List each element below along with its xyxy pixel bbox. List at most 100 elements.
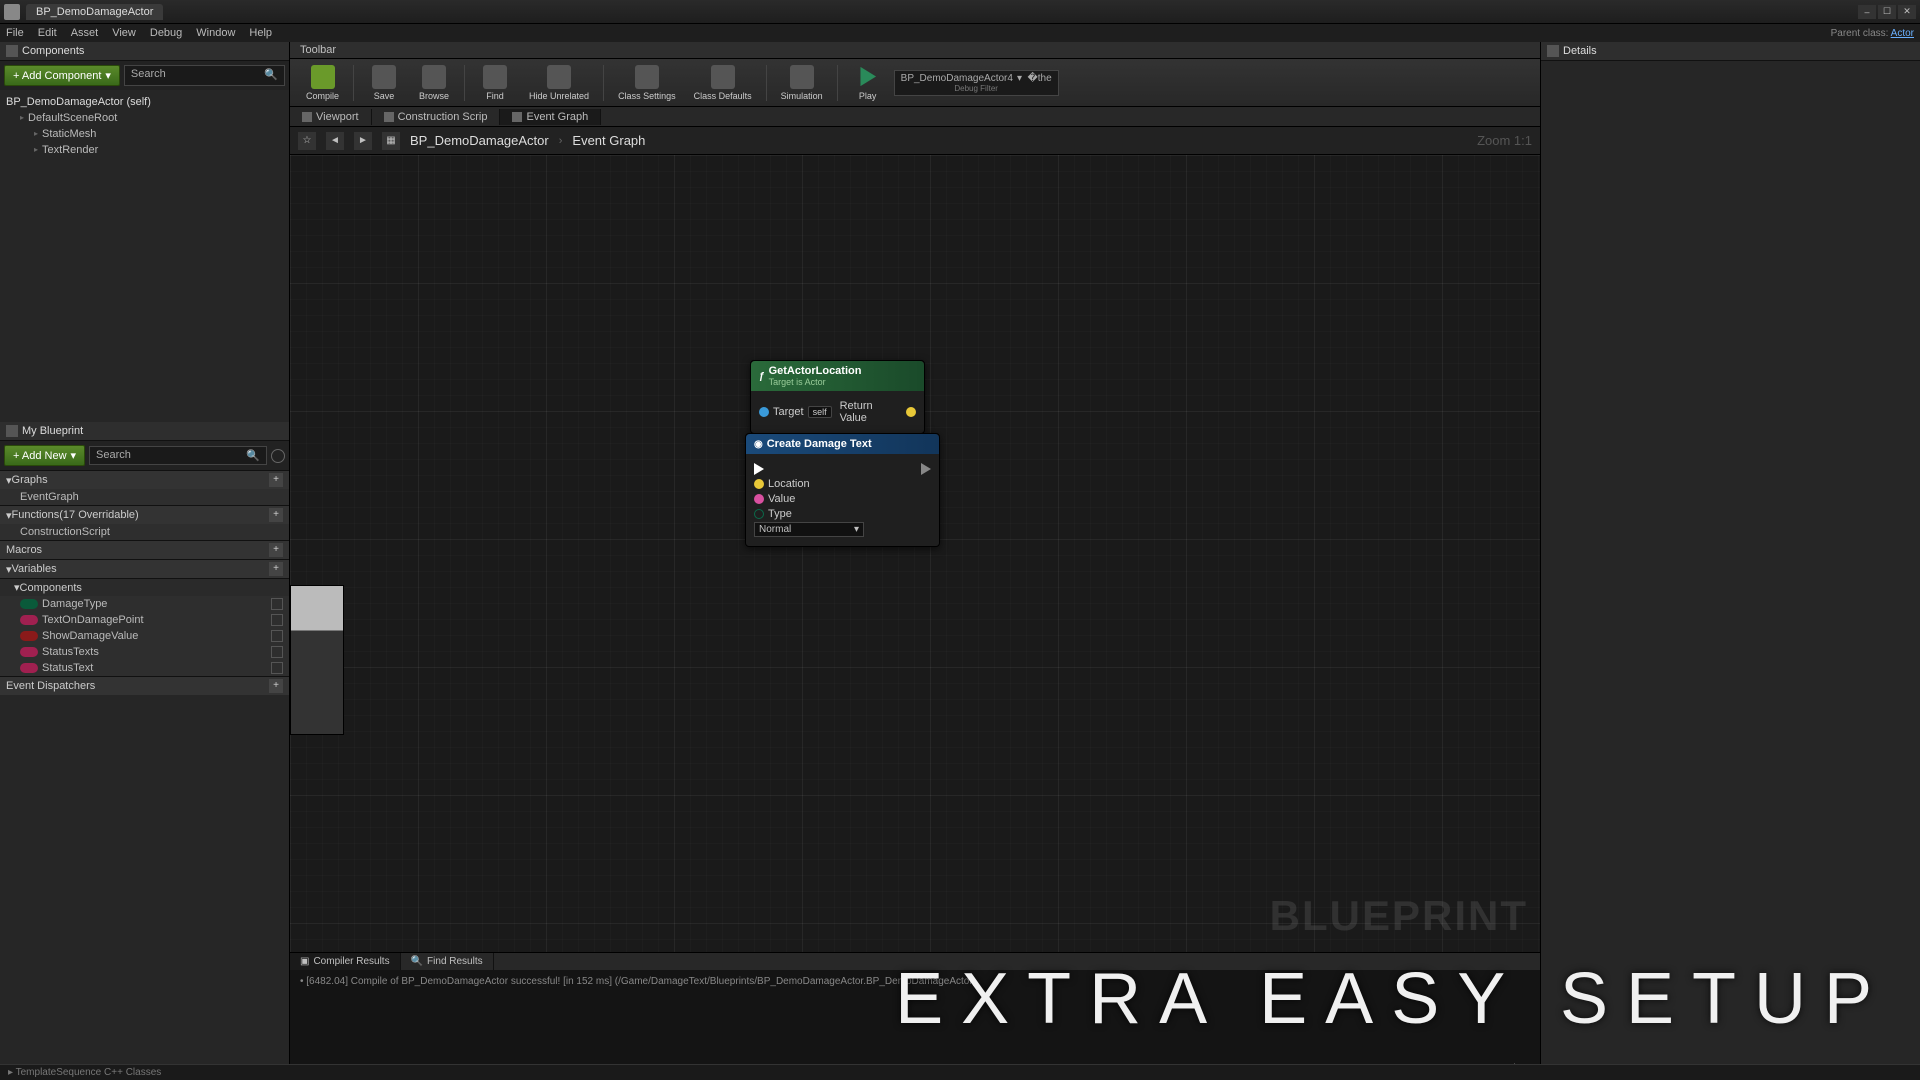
debug-filter-combo[interactable]: BP_DemoDamageActor4 ▾ �the Debug Filter bbox=[894, 70, 1059, 96]
tab-viewport[interactable]: Viewport bbox=[290, 109, 372, 125]
class-defaults-button[interactable]: Class Defaults bbox=[686, 63, 760, 103]
tab-construction-script[interactable]: Construction Scrip bbox=[372, 109, 501, 125]
favorite-button[interactable]: ☆ bbox=[298, 132, 316, 150]
eye-icon[interactable] bbox=[271, 646, 283, 658]
viewport-thumbnail bbox=[290, 585, 344, 735]
ue-logo-icon bbox=[4, 4, 20, 20]
myblueprint-panel-header: My Blueprint bbox=[0, 422, 289, 441]
hide-unrelated-button[interactable]: Hide Unrelated bbox=[521, 63, 597, 103]
add-new-button[interactable]: + Add New▾ bbox=[4, 445, 85, 466]
window-tab[interactable]: BP_DemoDamageActor bbox=[26, 4, 163, 20]
menu-bar: File Edit Asset View Debug Window Help P… bbox=[0, 24, 1920, 42]
function-item[interactable]: ConstructionScript bbox=[0, 524, 289, 540]
browse-button[interactable]: Browse bbox=[410, 63, 458, 103]
pin-exec-out[interactable] bbox=[921, 463, 931, 475]
node-title: GetActorLocation bbox=[769, 365, 862, 377]
breadcrumb-bar: ☆ ◄ ► ▦ BP_DemoDamageActor › Event Graph… bbox=[290, 127, 1540, 155]
type-dropdown[interactable]: Normal▾ bbox=[754, 522, 864, 537]
search-icon: 🔍 bbox=[264, 68, 278, 81]
graph-tabs: Viewport Construction Scrip Event Graph bbox=[290, 107, 1540, 127]
add-dispatcher-button[interactable]: + bbox=[269, 679, 283, 693]
add-function-button[interactable]: + bbox=[269, 508, 283, 522]
category-dispatchers[interactable]: Event Dispatchers+ bbox=[0, 676, 289, 695]
variable-item[interactable]: ShowDamageValue bbox=[0, 628, 289, 644]
graph-wires bbox=[290, 155, 590, 305]
compile-button[interactable]: Compile bbox=[298, 63, 347, 103]
tab-compiler-results[interactable]: ▣Compiler Results bbox=[290, 953, 401, 970]
add-macro-button[interactable]: + bbox=[269, 543, 283, 557]
minimize-button[interactable]: – bbox=[1858, 5, 1876, 19]
eye-icon[interactable] bbox=[271, 630, 283, 642]
play-button[interactable]: Play bbox=[844, 63, 892, 103]
pin-return-value[interactable]: Return Value bbox=[840, 400, 916, 424]
category-graphs[interactable]: ▾ Graphs+ bbox=[0, 470, 289, 489]
menu-view[interactable]: View bbox=[112, 27, 136, 39]
category-variables[interactable]: ▾ Variables+ bbox=[0, 559, 289, 578]
toolbar-panel-header: Toolbar bbox=[290, 42, 1540, 59]
menu-edit[interactable]: Edit bbox=[38, 27, 57, 39]
breadcrumb-graph[interactable]: Event Graph bbox=[572, 133, 645, 148]
node-getactorlocation[interactable]: ƒ GetActorLocation Target is Actor Targe… bbox=[750, 360, 925, 434]
variable-item[interactable]: DamageType bbox=[0, 596, 289, 612]
window-titlebar: BP_DemoDamageActor – ☐ ✕ bbox=[0, 0, 1920, 24]
menu-asset[interactable]: Asset bbox=[71, 27, 99, 39]
menu-window[interactable]: Window bbox=[196, 27, 235, 39]
close-button[interactable]: ✕ bbox=[1898, 5, 1916, 19]
add-variable-button[interactable]: + bbox=[269, 562, 283, 576]
node-subtitle: Target is Actor bbox=[769, 377, 862, 387]
blueprint-watermark: BLUEPRINT bbox=[1270, 892, 1528, 940]
graph-menu-icon[interactable]: ▦ bbox=[382, 132, 400, 150]
tab-event-graph[interactable]: Event Graph bbox=[500, 109, 601, 125]
add-component-button[interactable]: + Add Component▾ bbox=[4, 65, 120, 86]
node-createdamagetext[interactable]: ◉ Create Damage Text Location Value Type… bbox=[745, 433, 940, 547]
breadcrumb-asset[interactable]: BP_DemoDamageActor bbox=[410, 133, 549, 148]
category-macros[interactable]: Macros+ bbox=[0, 540, 289, 559]
blueprint-icon bbox=[6, 425, 18, 437]
menu-help[interactable]: Help bbox=[249, 27, 272, 39]
components-search-input[interactable]: Search🔍 bbox=[124, 65, 285, 86]
pin-type[interactable]: Type bbox=[754, 508, 792, 520]
components-icon bbox=[6, 45, 18, 57]
eye-icon[interactable] bbox=[271, 598, 283, 610]
class-settings-button[interactable]: Class Settings bbox=[610, 63, 684, 103]
visibility-toggle-icon[interactable] bbox=[271, 449, 285, 463]
component-root[interactable]: BP_DemoDamageActor (self) bbox=[6, 94, 283, 110]
variable-item[interactable]: StatusText bbox=[0, 660, 289, 676]
eye-icon[interactable] bbox=[271, 614, 283, 626]
chevron-right-icon: › bbox=[559, 135, 563, 147]
components-panel-header: Components bbox=[0, 42, 289, 61]
menu-debug[interactable]: Debug bbox=[150, 27, 182, 39]
window-controls: – ☐ ✕ bbox=[1858, 5, 1916, 19]
find-button[interactable]: Find bbox=[471, 63, 519, 103]
search-icon: 🔍 bbox=[246, 449, 260, 462]
component-item[interactable]: TextRender bbox=[6, 142, 283, 158]
add-graph-button[interactable]: + bbox=[269, 473, 283, 487]
simulation-button[interactable]: Simulation bbox=[773, 63, 831, 103]
component-item[interactable]: DefaultSceneRoot bbox=[6, 110, 283, 126]
pin-location[interactable]: Location bbox=[754, 478, 810, 490]
maximize-button[interactable]: ☐ bbox=[1878, 5, 1896, 19]
zoom-indicator: Zoom 1:1 bbox=[1477, 133, 1532, 148]
parent-class-label: Parent class: Actor bbox=[1831, 28, 1914, 39]
save-button[interactable]: Save bbox=[360, 63, 408, 103]
tab-find-results[interactable]: 🔍Find Results bbox=[401, 953, 494, 970]
component-item[interactable]: StaticMesh bbox=[6, 126, 283, 142]
nav-back-button[interactable]: ◄ bbox=[326, 132, 344, 150]
pin-target[interactable]: Targetself bbox=[759, 406, 832, 418]
variable-item[interactable]: StatusTexts bbox=[0, 644, 289, 660]
variable-item[interactable]: TextOnDamagePoint bbox=[0, 612, 289, 628]
myblueprint-search-input[interactable]: Search🔍 bbox=[89, 446, 267, 465]
event-graph-canvas[interactable]: ƒ GetActorLocation Target is Actor Targe… bbox=[290, 155, 1540, 952]
details-icon bbox=[1547, 45, 1559, 57]
details-panel-header: Details bbox=[1541, 42, 1920, 61]
eye-icon[interactable] bbox=[271, 662, 283, 674]
category-functions[interactable]: ▾ Functions(17 Overridable)+ bbox=[0, 505, 289, 524]
pin-exec-in[interactable] bbox=[754, 463, 764, 475]
category-components-sub[interactable]: ▾ Components bbox=[0, 578, 289, 596]
nav-forward-button[interactable]: ► bbox=[354, 132, 372, 150]
graph-item[interactable]: EventGraph bbox=[0, 489, 289, 505]
parent-class-link[interactable]: Actor bbox=[1891, 28, 1914, 39]
menu-file[interactable]: File bbox=[6, 27, 24, 39]
pin-value[interactable]: Value bbox=[754, 493, 795, 505]
main-toolbar: Compile Save Browse Find Hide Unrelated … bbox=[290, 59, 1540, 107]
